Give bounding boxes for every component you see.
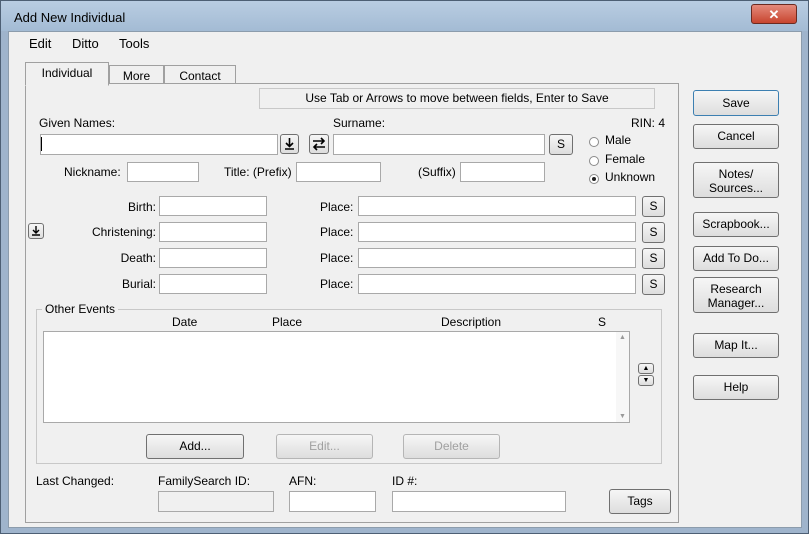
add-todo-button[interactable]: Add To Do... — [693, 246, 779, 271]
birth-place-input[interactable] — [358, 196, 636, 216]
col-place[interactable]: Place — [272, 315, 302, 329]
swap-arrows-icon — [312, 137, 326, 151]
notes-sources-button[interactable]: Notes/ Sources... — [693, 162, 779, 198]
scrapbook-button[interactable]: Scrapbook... — [693, 212, 779, 237]
menu-ditto[interactable]: Ditto — [72, 36, 99, 51]
research-manager-button[interactable]: Research Manager... — [693, 277, 779, 313]
ditto-events-button[interactable] — [28, 223, 44, 239]
birth-label: Birth: — [127, 200, 156, 214]
burial-place-label: Place: — [320, 277, 354, 291]
cancel-button[interactable]: Cancel — [693, 124, 779, 149]
col-description[interactable]: Description — [441, 315, 501, 329]
col-s[interactable]: S — [598, 315, 606, 329]
sex-male-radio[interactable] — [589, 137, 599, 147]
id-label: ID #: — [392, 474, 418, 488]
last-changed-label: Last Changed: — [36, 474, 115, 488]
christening-date-input[interactable] — [159, 222, 267, 242]
hint-box: Use Tab or Arrows to move between fields… — [259, 88, 655, 109]
suffix-label: (Suffix) — [418, 165, 456, 179]
close-icon: ✕ — [768, 7, 780, 22]
dialog-window: Add New Individual ✕ Edit Ditto Tools In… — [0, 0, 809, 534]
death-date-input[interactable] — [159, 248, 267, 268]
birth-date-input[interactable] — [159, 196, 267, 216]
other-events-legend: Other Events — [42, 302, 119, 316]
christening-label: Christening: — [91, 225, 156, 239]
close-button[interactable]: ✕ — [751, 4, 797, 24]
sex-female-label[interactable]: Female — [605, 151, 645, 168]
menu-tools[interactable]: Tools — [119, 36, 149, 51]
christening-s-button[interactable]: S — [642, 222, 665, 243]
christening-place-input[interactable] — [358, 222, 636, 242]
download-arrow-icon — [32, 226, 40, 236]
tab-more-label: More — [122, 69, 151, 83]
burial-s-button[interactable]: S — [642, 274, 665, 295]
other-events-list[interactable]: ▲ ▼ — [43, 331, 630, 423]
text-caret — [41, 137, 42, 151]
arrow-down-icon: ▼ — [642, 377, 650, 384]
birth-place-label: Place: — [320, 200, 354, 214]
nickname-input[interactable] — [127, 162, 199, 182]
individual-panel: Use Tab or Arrows to move between fields… — [25, 83, 679, 523]
surname-label: Surname: — [333, 116, 386, 130]
afn-label: AFN: — [289, 474, 317, 488]
sex-female-radio[interactable] — [589, 156, 599, 166]
given-names-input[interactable] — [40, 134, 278, 155]
given-names-label: Given Names: — [39, 116, 116, 130]
afn-input[interactable] — [289, 491, 376, 512]
familysearch-id-field — [158, 491, 274, 512]
menu-edit[interactable]: Edit — [29, 36, 51, 51]
help-button[interactable]: Help — [693, 375, 779, 400]
death-place-label: Place: — [320, 251, 354, 265]
list-scrollbar[interactable]: ▲ ▼ — [616, 332, 629, 422]
download-arrow-icon — [285, 138, 294, 150]
move-up-button[interactable]: ▲ — [638, 363, 654, 374]
edit-event-button[interactable]: Edit... — [276, 434, 373, 459]
tab-individual[interactable]: Individual — [25, 62, 109, 86]
window-title: Add New Individual — [14, 10, 126, 25]
birth-s-button[interactable]: S — [642, 196, 665, 217]
id-input[interactable] — [392, 491, 566, 512]
given-names-dropdown-button[interactable] — [280, 134, 299, 154]
suffix-input[interactable] — [460, 162, 545, 182]
title-prefix-label: Title: (Prefix) — [224, 165, 292, 179]
map-it-button[interactable]: Map It... — [693, 333, 779, 358]
christening-place-label: Place: — [320, 225, 354, 239]
surname-s-button[interactable]: S — [549, 134, 573, 155]
burial-label: Burial: — [121, 277, 156, 291]
sex-male-label[interactable]: Male — [605, 132, 631, 149]
familysearch-id-label: FamilySearch ID: — [158, 474, 251, 488]
title-prefix-input[interactable] — [296, 162, 381, 182]
sex-unknown-label[interactable]: Unknown — [605, 169, 655, 186]
research-line-2: Manager... — [707, 296, 765, 310]
death-label: Death: — [120, 251, 156, 265]
title-bar[interactable]: Add New Individual ✕ — [1, 1, 808, 31]
notes-line-2: Sources... — [708, 181, 764, 195]
tab-contact-label: Contact — [179, 69, 221, 83]
add-event-button[interactable]: Add... — [146, 434, 244, 459]
dialog-client: Edit Ditto Tools Individual More Contact… — [8, 31, 802, 528]
scroll-up-icon[interactable]: ▲ — [619, 334, 626, 341]
nickname-label: Nickname: — [64, 165, 121, 179]
move-down-button[interactable]: ▼ — [638, 375, 654, 386]
surname-input[interactable] — [333, 134, 545, 155]
death-place-input[interactable] — [358, 248, 636, 268]
research-line-1: Research — [710, 282, 762, 296]
col-date[interactable]: Date — [172, 315, 197, 329]
save-button[interactable]: Save — [693, 90, 779, 116]
scroll-down-icon[interactable]: ▼ — [619, 413, 626, 420]
swap-names-button[interactable] — [309, 134, 329, 154]
death-s-button[interactable]: S — [642, 248, 665, 269]
rin-label: RIN: 4 — [631, 116, 666, 130]
burial-date-input[interactable] — [159, 274, 267, 294]
tab-individual-label: Individual — [41, 66, 93, 80]
delete-event-button[interactable]: Delete — [403, 434, 500, 459]
notes-line-1: Notes/ — [718, 167, 754, 181]
sex-unknown-radio[interactable] — [589, 174, 599, 184]
arrow-up-icon: ▲ — [642, 365, 650, 372]
tags-button[interactable]: Tags — [609, 489, 671, 514]
burial-place-input[interactable] — [358, 274, 636, 294]
